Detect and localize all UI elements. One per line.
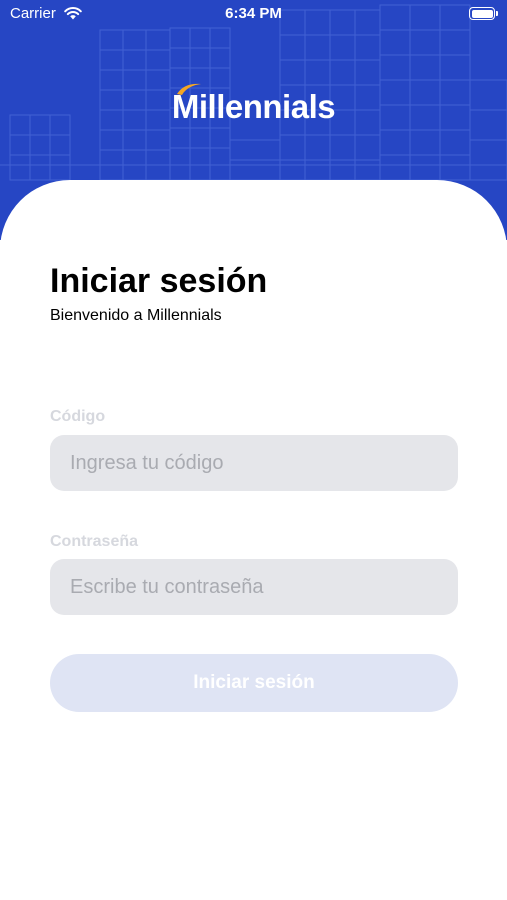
login-button[interactable]: Iniciar sesión [50, 654, 458, 712]
page-title: Iniciar sesión [50, 262, 268, 300]
code-label: Código [50, 408, 106, 425]
page-subtitle: Bienvenido a Millennials [50, 307, 222, 324]
battery-icon [469, 7, 498, 20]
logo-swoosh-icon [176, 83, 201, 95]
password-label: Contraseña [50, 533, 139, 550]
password-input[interactable] [50, 559, 458, 615]
brand-logo: Millennials [0, 83, 507, 126]
status-time: 6:34 PM [225, 5, 282, 22]
status-bar: Carrier 6:34 PM [0, 0, 507, 28]
code-input[interactable] [50, 435, 458, 491]
